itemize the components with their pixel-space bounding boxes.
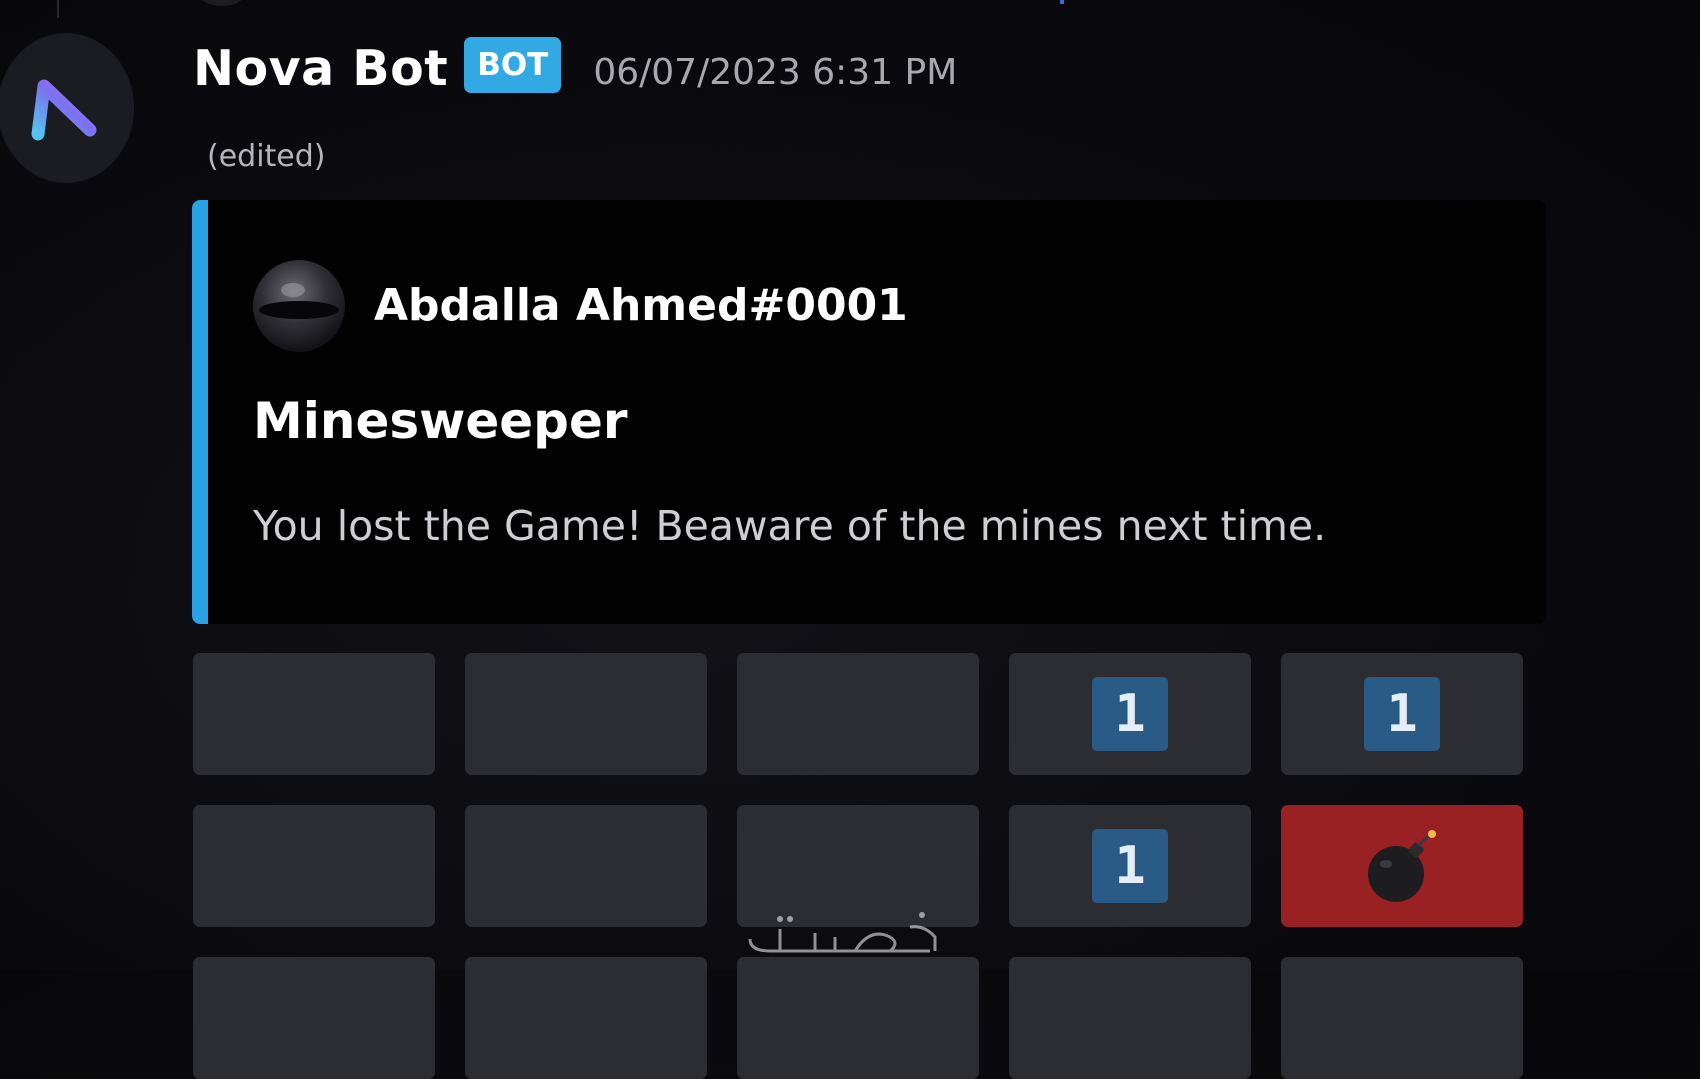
cell-r1-c1[interactable] bbox=[193, 653, 435, 775]
cell-r2-c2[interactable] bbox=[465, 805, 707, 927]
embed-accent-bar bbox=[192, 200, 208, 624]
cell-r3-c1[interactable] bbox=[193, 957, 435, 1079]
cell-r3-c5[interactable] bbox=[1281, 957, 1523, 1079]
thread-line bbox=[57, 0, 59, 18]
game-embed: Abdalla Ahmed#0001 Minesweeper You lost … bbox=[192, 200, 1546, 624]
embed-title: Minesweeper bbox=[253, 392, 628, 450]
edited-label: (edited) bbox=[207, 139, 326, 174]
embed-description: You lost the Game! Beaware of the mines … bbox=[253, 502, 1327, 550]
previous-message-avatar bbox=[200, 0, 244, 6]
number-chip: 1 bbox=[1364, 677, 1440, 751]
embed-author-avatar bbox=[253, 260, 345, 352]
embed-author-name[interactable]: Abdalla Ahmed#0001 bbox=[374, 280, 908, 331]
cell-r1-c5[interactable]: 1 bbox=[1281, 653, 1523, 775]
cell-r2-c4[interactable]: 1 bbox=[1009, 805, 1251, 927]
bot-badge: BOT bbox=[464, 37, 562, 93]
cell-r2-c1[interactable] bbox=[193, 805, 435, 927]
number-chip: 1 bbox=[1092, 677, 1168, 751]
previous-message-mark bbox=[1060, 0, 1064, 4]
cell-r3-c4[interactable] bbox=[1009, 957, 1251, 1079]
cell-r1-c4[interactable]: 1 bbox=[1009, 653, 1251, 775]
cell-r1-c2[interactable] bbox=[465, 653, 707, 775]
message-author[interactable]: Nova Bot bbox=[193, 40, 448, 97]
bot-avatar[interactable] bbox=[0, 33, 134, 183]
nova-logo-icon bbox=[31, 79, 97, 141]
cell-r3-c2[interactable] bbox=[465, 957, 707, 1079]
number-chip: 1 bbox=[1092, 829, 1168, 903]
watermark-logo bbox=[748, 912, 937, 953]
cell-r1-c3[interactable] bbox=[737, 653, 979, 775]
bomb-icon bbox=[1368, 830, 1436, 902]
cell-r3-c3[interactable] bbox=[737, 957, 979, 1079]
message-timestamp: 06/07/2023 6:31 PM bbox=[593, 51, 958, 93]
message-header: Nova Bot BOT 06/07/2023 6:31 PM bbox=[193, 36, 957, 100]
cell-r2-c5-mine[interactable] bbox=[1281, 805, 1523, 927]
